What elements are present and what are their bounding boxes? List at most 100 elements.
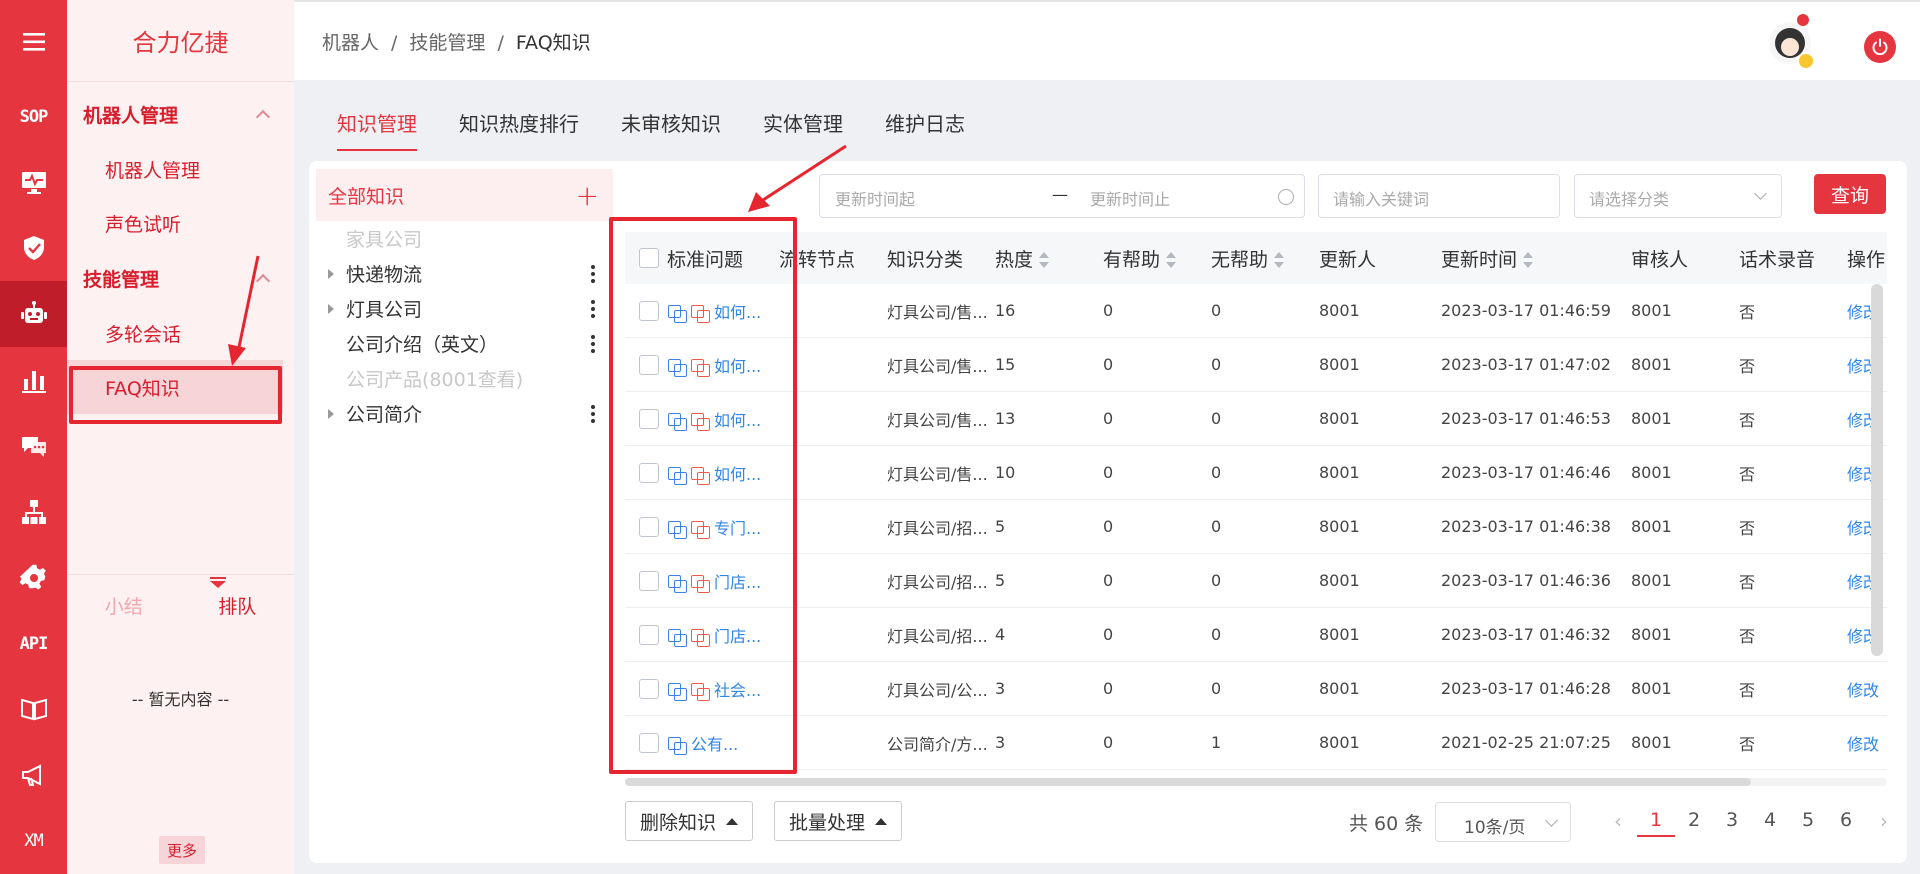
chevron-down-icon bbox=[1754, 187, 1767, 200]
cell-updater: 8001 bbox=[1319, 355, 1360, 374]
page-number-button[interactable]: 2 bbox=[1675, 805, 1713, 837]
category-select[interactable]: 请选择分类 bbox=[1574, 174, 1782, 218]
cell-category: 灯具公司/招... bbox=[887, 626, 988, 646]
menu-group-skill[interactable]: 技能管理 bbox=[67, 250, 294, 306]
cell-helpful: 0 bbox=[1103, 355, 1114, 374]
delete-knowledge-button[interactable]: 删除知识 bbox=[625, 801, 754, 841]
edit-link[interactable]: 修改 bbox=[1847, 681, 1879, 700]
th-update-time[interactable]: 更新时间 bbox=[1441, 245, 1631, 272]
rail-item-book[interactable] bbox=[0, 676, 67, 742]
rail-item-shield[interactable] bbox=[0, 215, 67, 281]
user-avatar[interactable] bbox=[1769, 14, 1815, 70]
tree-all-knowledge[interactable]: 全部知识 + bbox=[316, 169, 613, 221]
date-end-input[interactable]: 更新时间止 bbox=[1090, 186, 1170, 210]
tab-knowledge-heat[interactable]: 知识热度排行 bbox=[459, 94, 579, 151]
date-start-input[interactable]: 更新时间起 bbox=[835, 186, 915, 210]
keyword-input[interactable]: 请输入关键词 bbox=[1318, 174, 1560, 218]
cell-heat: 5 bbox=[995, 517, 1006, 536]
collapse-handle-icon[interactable] bbox=[210, 577, 226, 588]
sort-icon[interactable] bbox=[1274, 252, 1285, 268]
logout-button[interactable] bbox=[1864, 31, 1896, 63]
tree-node[interactable]: 公司产品(8001查看) bbox=[316, 361, 613, 396]
tree-node[interactable]: 快递物流 bbox=[316, 256, 613, 291]
cell-heat: 4 bbox=[995, 625, 1006, 644]
brand-title: 合力亿捷 bbox=[67, 0, 294, 82]
rail-item-xm[interactable]: XM bbox=[0, 808, 67, 874]
add-category-button[interactable]: + bbox=[576, 179, 599, 212]
date-range-dash: — bbox=[1052, 185, 1068, 204]
rail-item-notice[interactable] bbox=[0, 742, 67, 808]
tab-entity[interactable]: 实体管理 bbox=[763, 94, 843, 151]
cell-helpful: 0 bbox=[1103, 571, 1114, 590]
cell-unhelpful: 0 bbox=[1211, 463, 1222, 482]
cell-unhelpful: 0 bbox=[1211, 679, 1222, 698]
bar-chart-icon bbox=[21, 371, 46, 393]
tree-node[interactable]: 公司简介 bbox=[316, 396, 613, 431]
breadcrumb-skill[interactable]: 技能管理 bbox=[409, 32, 485, 54]
th-helpful[interactable]: 有帮助 bbox=[1103, 245, 1211, 272]
sidebar-bottom-panel: 小结 排队 -- 暂无内容 -- bbox=[67, 574, 294, 710]
cell-reviewer: 8001 bbox=[1631, 625, 1672, 644]
tree-node-label: 公司介绍（英文） bbox=[346, 334, 499, 356]
query-button[interactable]: 查询 bbox=[1814, 174, 1886, 214]
caret-right-icon[interactable] bbox=[328, 268, 334, 279]
org-chart-icon bbox=[21, 499, 46, 524]
page-size-select[interactable]: 10条/页 bbox=[1435, 802, 1571, 842]
tab-unreviewed[interactable]: 未审核知识 bbox=[621, 94, 721, 151]
tree-node[interactable]: 灯具公司 bbox=[316, 291, 613, 326]
page-number-button[interactable]: 4 bbox=[1751, 805, 1789, 837]
horizontal-scroll-thumb[interactable] bbox=[625, 778, 1751, 786]
page-number-button[interactable]: 6 bbox=[1827, 805, 1865, 837]
caret-right-icon[interactable] bbox=[328, 303, 334, 314]
tab-maintenance-log[interactable]: 维护日志 bbox=[885, 94, 965, 151]
shield-icon bbox=[23, 236, 44, 261]
sort-icon[interactable] bbox=[1166, 252, 1177, 268]
rail-item-sop[interactable]: SOP bbox=[0, 84, 67, 150]
tab-summary[interactable]: 小结 bbox=[105, 592, 143, 619]
horizontal-scrollbar[interactable] bbox=[625, 778, 1887, 786]
tab-knowledge-manage[interactable]: 知识管理 bbox=[337, 94, 417, 151]
sidebar-item-robot-manage[interactable]: 机器人管理 bbox=[67, 142, 294, 196]
page-number-button[interactable]: 1 bbox=[1637, 805, 1675, 837]
vertical-scrollbar[interactable] bbox=[1871, 284, 1883, 656]
more-vertical-icon[interactable] bbox=[591, 265, 595, 283]
cell-unhelpful: 0 bbox=[1211, 517, 1222, 536]
more-vertical-icon[interactable] bbox=[591, 300, 595, 318]
th-heat[interactable]: 热度 bbox=[995, 245, 1103, 272]
rail-item-org[interactable] bbox=[0, 479, 67, 545]
rail-item-chat[interactable] bbox=[0, 413, 67, 479]
update-time-range[interactable]: 更新时间起 — 更新时间止 bbox=[819, 174, 1305, 218]
menu-group-robot[interactable]: 机器人管理 bbox=[67, 86, 294, 142]
sidebar-item-voice-test[interactable]: 声色试听 bbox=[67, 196, 294, 250]
next-page-button[interactable]: › bbox=[1865, 809, 1903, 833]
th-unhelpful[interactable]: 无帮助 bbox=[1211, 245, 1319, 272]
page-number-button[interactable]: 5 bbox=[1789, 805, 1827, 837]
th-audio: 话术录音 bbox=[1739, 248, 1816, 271]
rail-item-settings[interactable] bbox=[0, 545, 67, 611]
more-vertical-icon[interactable] bbox=[591, 405, 595, 423]
rail-item-api[interactable]: API bbox=[0, 611, 67, 677]
prev-page-button[interactable]: ‹ bbox=[1599, 809, 1637, 833]
book-icon bbox=[20, 699, 47, 721]
page-number-button[interactable]: 3 bbox=[1713, 805, 1751, 837]
megaphone-icon bbox=[21, 764, 41, 787]
edit-link[interactable]: 修改 bbox=[1847, 735, 1879, 754]
menu-toggle-button[interactable] bbox=[0, 0, 67, 84]
th-heat-label: 热度 bbox=[995, 248, 1034, 271]
rail-item-stats[interactable] bbox=[0, 347, 67, 413]
more-vertical-icon[interactable] bbox=[591, 335, 595, 353]
cell-audio: 否 bbox=[1739, 518, 1756, 538]
breadcrumb-robot[interactable]: 机器人 bbox=[322, 32, 379, 54]
caret-right-icon[interactable] bbox=[328, 408, 334, 419]
cell-helpful: 0 bbox=[1103, 625, 1114, 644]
sort-icon[interactable] bbox=[1039, 252, 1050, 268]
rail-item-robot[interactable] bbox=[0, 281, 67, 348]
tab-queue[interactable]: 排队 bbox=[218, 592, 256, 619]
batch-process-button[interactable]: 批量处理 bbox=[774, 801, 903, 841]
rail-item-monitor[interactable] bbox=[0, 149, 67, 215]
sidebar-item-multi-turn[interactable]: 多轮会话 bbox=[67, 306, 294, 360]
sort-icon[interactable] bbox=[1523, 252, 1534, 268]
more-button[interactable]: 更多 bbox=[159, 836, 205, 864]
tree-node[interactable]: 家具公司 bbox=[316, 221, 613, 256]
tree-node[interactable]: 公司介绍（英文） bbox=[316, 326, 613, 361]
